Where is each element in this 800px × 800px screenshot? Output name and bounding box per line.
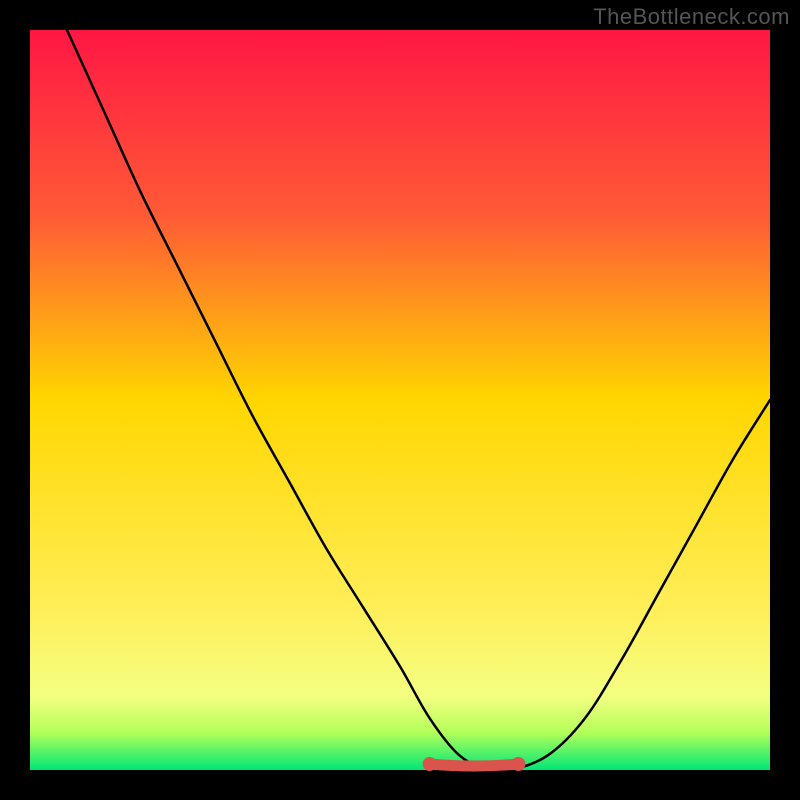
watermark-text: TheBottleneck.com [593, 4, 790, 30]
marker-end-dot [511, 757, 525, 771]
plot-background [30, 30, 770, 770]
marker-bar [430, 764, 519, 766]
chart-container: TheBottleneck.com [0, 0, 800, 800]
bottleneck-chart [0, 0, 800, 800]
marker-start-dot [423, 757, 437, 771]
